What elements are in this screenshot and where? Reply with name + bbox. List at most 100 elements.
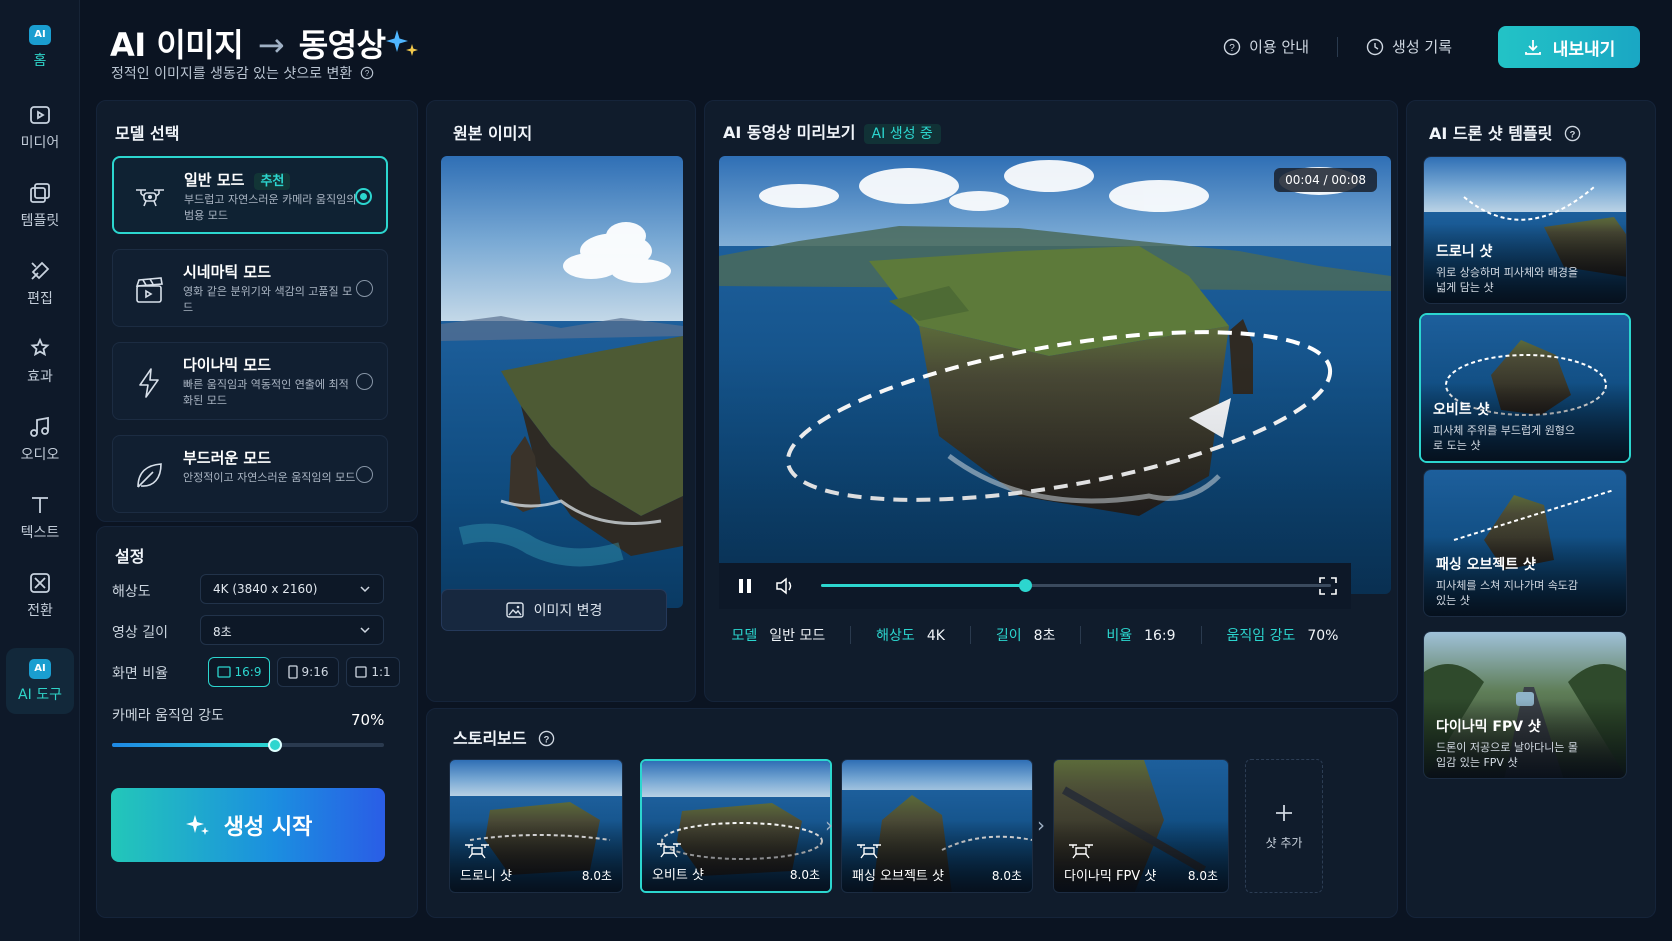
generation-status-badge: AI 생성 중 xyxy=(863,124,941,144)
svg-text:?: ? xyxy=(544,734,550,745)
template-card[interactable]: 오비트 샷 피사체 주위를 부드럽게 원형으로 도는 샷 xyxy=(1419,313,1631,463)
template-desc: 드론이 저공으로 날아다니는 몰입감 있는 FPV 샷 xyxy=(1436,741,1579,769)
nav-item-audio[interactable]: 오디오 xyxy=(6,406,74,472)
nav-item-effects[interactable]: 효과 xyxy=(6,328,74,394)
plus-icon xyxy=(1276,804,1292,821)
mode-option-smooth[interactable]: 부드러운 모드 안정적이고 자연스러운 움직임의 모드 xyxy=(112,435,388,513)
resolution-value: 4K (3840 x 2160) xyxy=(213,582,318,596)
mode-radio[interactable] xyxy=(356,373,373,390)
app-root: AI 홈 미디어 템플릿 편집 효과 오디오 텍스트 전환 AI AI 도구 A… xyxy=(0,0,1672,941)
guide-link[interactable]: ? 이용 안내 xyxy=(1223,36,1309,57)
settings-panel: 설정 해상도 4K (3840 x 2160) 영상 길이 8초 화면 비율 1… xyxy=(96,526,418,918)
help-icon[interactable]: ? xyxy=(360,66,374,80)
storyboard-shot[interactable]: 다이나믹 FPV 샷 8.0초 xyxy=(1053,759,1229,893)
template-card[interactable]: 패싱 오브젝트 샷 피사체를 스쳐 지나가며 속도감 있는 샷 xyxy=(1423,469,1627,617)
info-value: 70% xyxy=(1307,628,1339,644)
motion-slider[interactable] xyxy=(112,738,384,752)
ai-home-icon: AI xyxy=(29,24,51,45)
template-name: 오비트 샷 xyxy=(1433,402,1490,418)
template-name: 패싱 오브젝트 샷 xyxy=(1436,557,1536,573)
chevron-right-icon: › xyxy=(825,813,833,837)
template-icon xyxy=(30,182,50,203)
download-icon xyxy=(1524,40,1541,55)
template-desc: 피사체 주위를 부드럽게 원형으로 도는 샷 xyxy=(1433,424,1576,452)
change-image-button[interactable]: 이미지 변경 xyxy=(441,589,667,631)
mode-option-dynamic[interactable]: 다이나믹 모드 빠른 움직임과 역동적인 연출에 최적화된 모드 xyxy=(112,342,388,420)
page-subtitle: 정적인 이미지를 생동감 있는 샷으로 변환 ? xyxy=(111,63,374,83)
mode-radio[interactable] xyxy=(356,466,373,483)
shot-name: 오비트 샷 xyxy=(652,868,704,883)
playback-progress[interactable] xyxy=(821,579,1331,592)
video-preview[interactable]: 00:04 / 00:08 xyxy=(719,156,1391,594)
help-icon[interactable]: ? xyxy=(538,730,555,747)
transition-icon xyxy=(30,572,50,593)
title-right: 동영상 xyxy=(298,26,386,64)
audio-icon xyxy=(30,416,49,437)
info-model: 모델 일반 모드 xyxy=(731,625,825,645)
nav-item-transition[interactable]: 전환 xyxy=(6,562,74,628)
generate-label: 생성 시작 xyxy=(223,815,313,840)
resolution-select[interactable]: 4K (3840 x 2160) xyxy=(200,574,384,604)
storyboard-shot[interactable]: 오비트 샷 8.0초 xyxy=(640,759,832,893)
generate-button[interactable]: 생성 시작 xyxy=(111,788,385,862)
chevron-down-icon xyxy=(360,586,370,593)
clapperboard-icon xyxy=(135,277,163,303)
model-panel-title: 모델 선택 xyxy=(115,124,180,143)
model-panel: 모델 선택 일반 모드 추천 부드럽고 자연스러운 카메라 움직임의 범용 모드 … xyxy=(96,100,418,522)
svg-text:?: ? xyxy=(1229,43,1235,54)
template-card[interactable]: 드로니 샷 위로 상승하며 피사체와 배경을 넓게 담는 샷 xyxy=(1423,156,1627,304)
square-icon xyxy=(355,666,367,678)
ratio-value: 1:1 xyxy=(371,665,391,679)
motion-slider-fill xyxy=(112,743,276,747)
player-controls xyxy=(719,563,1351,609)
left-nav-rail: AI 홈 미디어 템플릿 편집 효과 오디오 텍스트 전환 AI AI 도구 xyxy=(0,0,80,941)
info-value: 16:9 xyxy=(1144,628,1176,644)
lightning-icon xyxy=(139,368,159,398)
nav-item-media[interactable]: 미디어 xyxy=(6,94,74,160)
pause-icon[interactable] xyxy=(737,578,753,594)
drone-icon xyxy=(465,844,489,859)
storyboard-title-text: 스토리보드 xyxy=(453,729,527,748)
ratio-option-9-16[interactable]: 9:16 xyxy=(277,657,339,687)
history-label: 생성 기록 xyxy=(1392,38,1452,56)
fullscreen-icon[interactable] xyxy=(1319,577,1337,595)
templates-title: AI 드론 샷 템플릿 ? xyxy=(1429,120,1581,144)
clock-icon xyxy=(1366,38,1384,55)
export-button[interactable]: 내보내기 xyxy=(1498,26,1640,68)
storyboard-shot[interactable]: 드로니 샷 8.0초 xyxy=(449,759,623,893)
length-select[interactable]: 8초 xyxy=(200,615,384,645)
ratio-group: 16:9 9:16 1:1 xyxy=(97,657,419,687)
info-key: 길이 xyxy=(995,628,1022,644)
nav-item-home[interactable]: AI 홈 xyxy=(6,14,74,80)
divider xyxy=(1080,626,1082,644)
playback-knob[interactable] xyxy=(1019,579,1032,592)
help-icon[interactable]: ? xyxy=(1564,125,1581,142)
drone-icon xyxy=(1069,844,1093,859)
motion-slider-knob[interactable] xyxy=(268,738,283,752)
edit-icon xyxy=(31,261,50,280)
nav-item-edit[interactable]: 편집 xyxy=(6,250,74,316)
nav-item-templates[interactable]: 템플릿 xyxy=(6,172,74,238)
add-shot-label: 샷 추가 xyxy=(1265,835,1303,850)
mode-radio[interactable] xyxy=(356,280,373,297)
drone-icon xyxy=(136,189,164,207)
ratio-option-1-1[interactable]: 1:1 xyxy=(346,657,400,687)
mode-option-cinematic[interactable]: 시네마틱 모드 영화 같은 분위기와 색감의 고품질 모드 xyxy=(112,249,388,327)
text-icon xyxy=(32,496,48,513)
preview-panel: AI 동영상 미리보기 AI 생성 중 00:04 / 00:08 모델 일반 … xyxy=(704,100,1398,702)
storyboard-shot[interactable]: 패싱 오브젝트 샷 8.0초 xyxy=(841,759,1033,893)
nav-item-label: 홈 xyxy=(33,52,47,69)
mode-option-general[interactable]: 일반 모드 추천 부드럽고 자연스러운 카메라 움직임의 범용 모드 xyxy=(112,156,388,234)
ratio-option-16-9[interactable]: 16:9 xyxy=(208,657,270,687)
template-card[interactable]: 다이나믹 FPV 샷 드론이 저공으로 날아다니는 몰입감 있는 FPV 샷 xyxy=(1423,631,1627,779)
volume-icon[interactable] xyxy=(775,577,795,595)
preview-info-row: 모델 일반 모드 해상도 4K 길이 8초 비율 16:9 움직임 강도 70% xyxy=(719,625,1351,645)
mode-radio[interactable] xyxy=(355,188,372,205)
nav-item-ai-tools[interactable]: AI AI 도구 xyxy=(6,648,74,714)
drone-icon xyxy=(857,844,881,859)
add-shot-button[interactable]: 샷 추가 xyxy=(1245,759,1323,893)
nav-item-label: 효과 xyxy=(27,368,53,385)
top-bar: AI 이미지 → 동영상 정적인 이미지를 생동감 있는 샷으로 변환 ? ? … xyxy=(80,0,1672,92)
history-link[interactable]: 생성 기록 xyxy=(1366,36,1452,57)
nav-item-text[interactable]: 텍스트 xyxy=(6,484,74,550)
